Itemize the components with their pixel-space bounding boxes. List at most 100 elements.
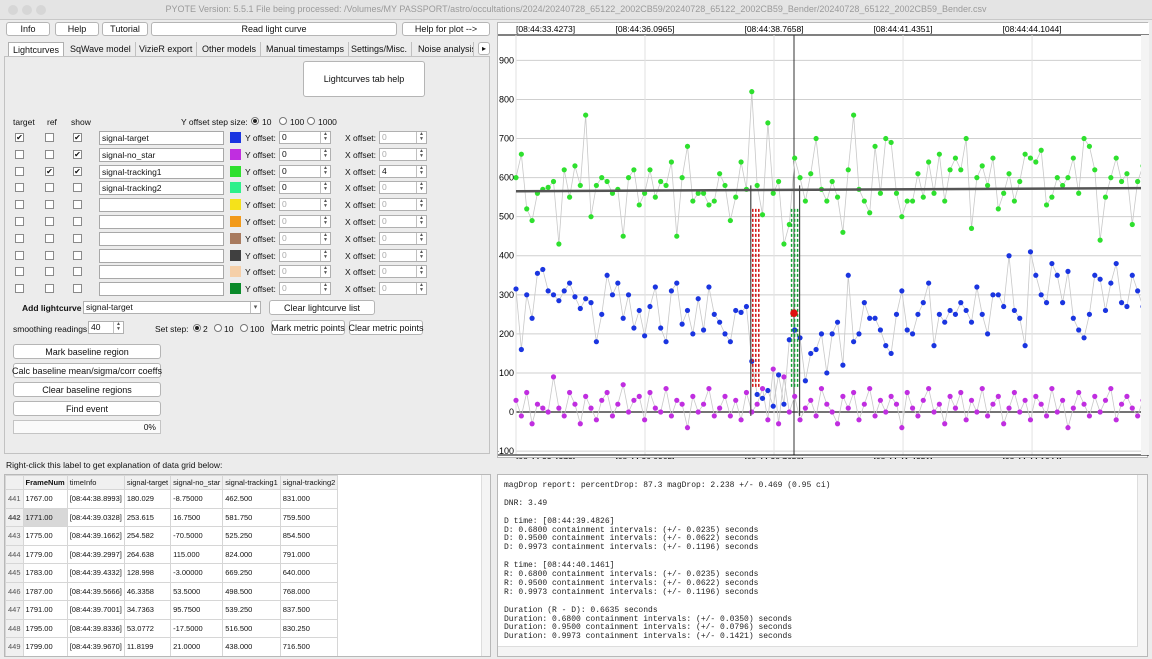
stepper-arrows-icon[interactable]: ▲ ▼ <box>416 232 426 244</box>
data-point-signal-tracking1[interactable] <box>593 182 599 189</box>
tab-manual-timestamps[interactable]: Manual timestamps <box>262 42 350 56</box>
data-point-signal-no_star[interactable] <box>952 405 959 411</box>
grid-cell[interactable]: 525.250 <box>222 526 281 546</box>
data-point-signal-target[interactable] <box>979 311 985 317</box>
grid-cell[interactable]: 253.615 <box>123 507 172 527</box>
data-point-signal-no_star[interactable] <box>1086 413 1093 419</box>
target-checkbox[interactable] <box>15 166 24 176</box>
grid-cell[interactable]: 128.998 <box>123 563 172 583</box>
target-checkbox[interactable] <box>15 233 24 243</box>
data-point-signal-tracking1[interactable] <box>1022 151 1028 157</box>
data-point-signal-tracking1[interactable] <box>561 167 567 173</box>
data-point-signal-tracking1[interactable] <box>1129 221 1135 228</box>
data-point-signal-tracking1[interactable] <box>706 202 712 208</box>
data-point-signal-target[interactable] <box>588 300 594 306</box>
data-point-signal-target[interactable] <box>1097 276 1103 282</box>
grid-cell[interactable]: [08:44:39.0328] <box>66 507 125 527</box>
data-point-signal-no_star[interactable] <box>797 417 803 423</box>
data-point-signal-no_star[interactable] <box>1027 417 1034 423</box>
data-point-signal-target[interactable] <box>958 300 964 306</box>
data-point-signal-target[interactable] <box>642 333 648 339</box>
data-point-signal-target[interactable] <box>942 319 948 325</box>
data-point-signal-no_star[interactable] <box>775 421 782 427</box>
y-offset-input[interactable]: 0 ▲ ▼ <box>279 265 331 279</box>
color-swatch[interactable] <box>230 199 241 211</box>
help-button[interactable]: Help <box>55 22 99 36</box>
table-row[interactable]: 441 1767.00 [08:44:38.8993] 180.029 -8.75000… <box>5 489 339 509</box>
data-point-signal-target[interactable] <box>1092 272 1098 278</box>
data-point-signal-tracking1[interactable] <box>947 167 953 173</box>
data-point-signal-target[interactable] <box>593 339 599 345</box>
data-point-signal-tracking1[interactable] <box>781 241 787 247</box>
tab-lightcurves[interactable]: Lightcurves <box>8 42 65 56</box>
grid-cell[interactable]: -70.5000 <box>170 526 224 546</box>
grid-cell[interactable]: [08:44:39.4332] <box>66 563 125 583</box>
ref-checkbox[interactable] <box>45 183 54 193</box>
clear-baseline-regions-button[interactable]: Clear baseline regions <box>13 382 161 397</box>
mark-metric-points-button[interactable]: Mark metric points <box>271 320 345 335</box>
color-swatch[interactable] <box>230 249 241 261</box>
data-point-signal-target[interactable] <box>1001 303 1007 310</box>
y-offset-input[interactable]: 0 ▲ ▼ <box>279 147 331 161</box>
data-point-signal-target[interactable] <box>550 292 557 298</box>
data-point-signal-no_star[interactable] <box>1081 401 1087 407</box>
data-point-signal-target[interactable] <box>1118 300 1125 306</box>
data-point-signal-tracking1[interactable] <box>711 198 717 204</box>
data-point-signal-target[interactable] <box>883 343 889 349</box>
data-point-signal-target[interactable] <box>625 292 632 298</box>
data-point-signal-no_star[interactable] <box>984 413 991 419</box>
data-point-signal-target[interactable] <box>915 311 921 317</box>
data-point-signal-tracking1[interactable] <box>802 198 808 204</box>
target-checkbox[interactable] <box>15 250 24 260</box>
report-vertical-scrollbar[interactable] <box>1137 475 1147 656</box>
grid-cell[interactable]: 462.500 <box>222 489 281 509</box>
ref-checkbox[interactable] <box>45 267 54 277</box>
data-point-signal-no_star[interactable] <box>867 385 873 392</box>
data-point-signal-target[interactable] <box>1060 300 1066 306</box>
data-point-signal-no_star[interactable] <box>1065 425 1071 431</box>
stepper-arrows-icon[interactable]: ▲ ▼ <box>320 232 330 244</box>
data-point-signal-no_star[interactable] <box>840 393 846 399</box>
data-point-signal-no_star[interactable] <box>786 409 792 415</box>
data-point-signal-no_star[interactable] <box>861 401 867 407</box>
data-point-signal-tracking1[interactable] <box>566 194 573 200</box>
target-checkbox[interactable] <box>15 217 24 226</box>
data-point-signal-target[interactable] <box>1102 307 1109 314</box>
row-number-cell[interactable]: 448 <box>5 618 24 638</box>
stepper-arrows-icon[interactable]: ▲ ▼ <box>416 266 426 278</box>
data-point-signal-no_star[interactable] <box>577 421 583 427</box>
data-point-signal-target[interactable] <box>904 327 910 333</box>
data-point-signal-no_star[interactable] <box>759 385 766 392</box>
data-point-signal-no_star[interactable] <box>518 413 524 419</box>
data-point-signal-tracking1[interactable] <box>1060 182 1066 189</box>
data-point-signal-target[interactable] <box>770 403 776 409</box>
data-point-signal-target[interactable] <box>952 311 959 317</box>
data-point-signal-tracking1[interactable] <box>668 159 675 165</box>
data-point-signal-tracking1[interactable] <box>936 151 942 157</box>
data-point-signal-tracking1[interactable] <box>920 194 926 200</box>
grid-cell[interactable]: 824.000 <box>222 544 281 564</box>
data-point-signal-tracking1[interactable] <box>883 135 889 142</box>
data-point-signal-no_star[interactable] <box>604 389 610 396</box>
data-point-signal-no_star[interactable] <box>765 417 771 423</box>
data-point-signal-no_star[interactable] <box>695 409 701 415</box>
data-point-signal-target[interactable] <box>717 319 723 325</box>
data-point-signal-target[interactable] <box>909 331 916 337</box>
data-point-signal-target[interactable] <box>754 391 760 398</box>
grid-cell[interactable]: 115.000 <box>170 544 224 564</box>
data-point-signal-no_star[interactable] <box>990 401 996 407</box>
data-point-signal-tracking1[interactable] <box>518 151 524 157</box>
data-point-signal-no_star[interactable] <box>909 405 916 411</box>
grid-cell[interactable]: 16.7500 <box>170 507 224 527</box>
set-step-radio-2[interactable] <box>193 324 201 332</box>
data-point-signal-no_star[interactable] <box>1097 409 1103 415</box>
data-point-signal-target[interactable] <box>706 284 712 290</box>
grid-cell[interactable]: 1783.00 <box>22 563 68 583</box>
grid-cell[interactable]: 1767.00 <box>22 489 68 509</box>
data-point-signal-tracking1[interactable] <box>995 206 1001 212</box>
grid-cell[interactable]: 1779.00 <box>22 544 68 564</box>
grid-cell[interactable]: [08:44:39.2997] <box>66 544 125 564</box>
data-point-signal-tracking1[interactable] <box>834 194 841 200</box>
data-point-signal-tracking1[interactable] <box>577 182 583 189</box>
grid-cell[interactable]: [08:44:39.5666] <box>66 581 125 601</box>
